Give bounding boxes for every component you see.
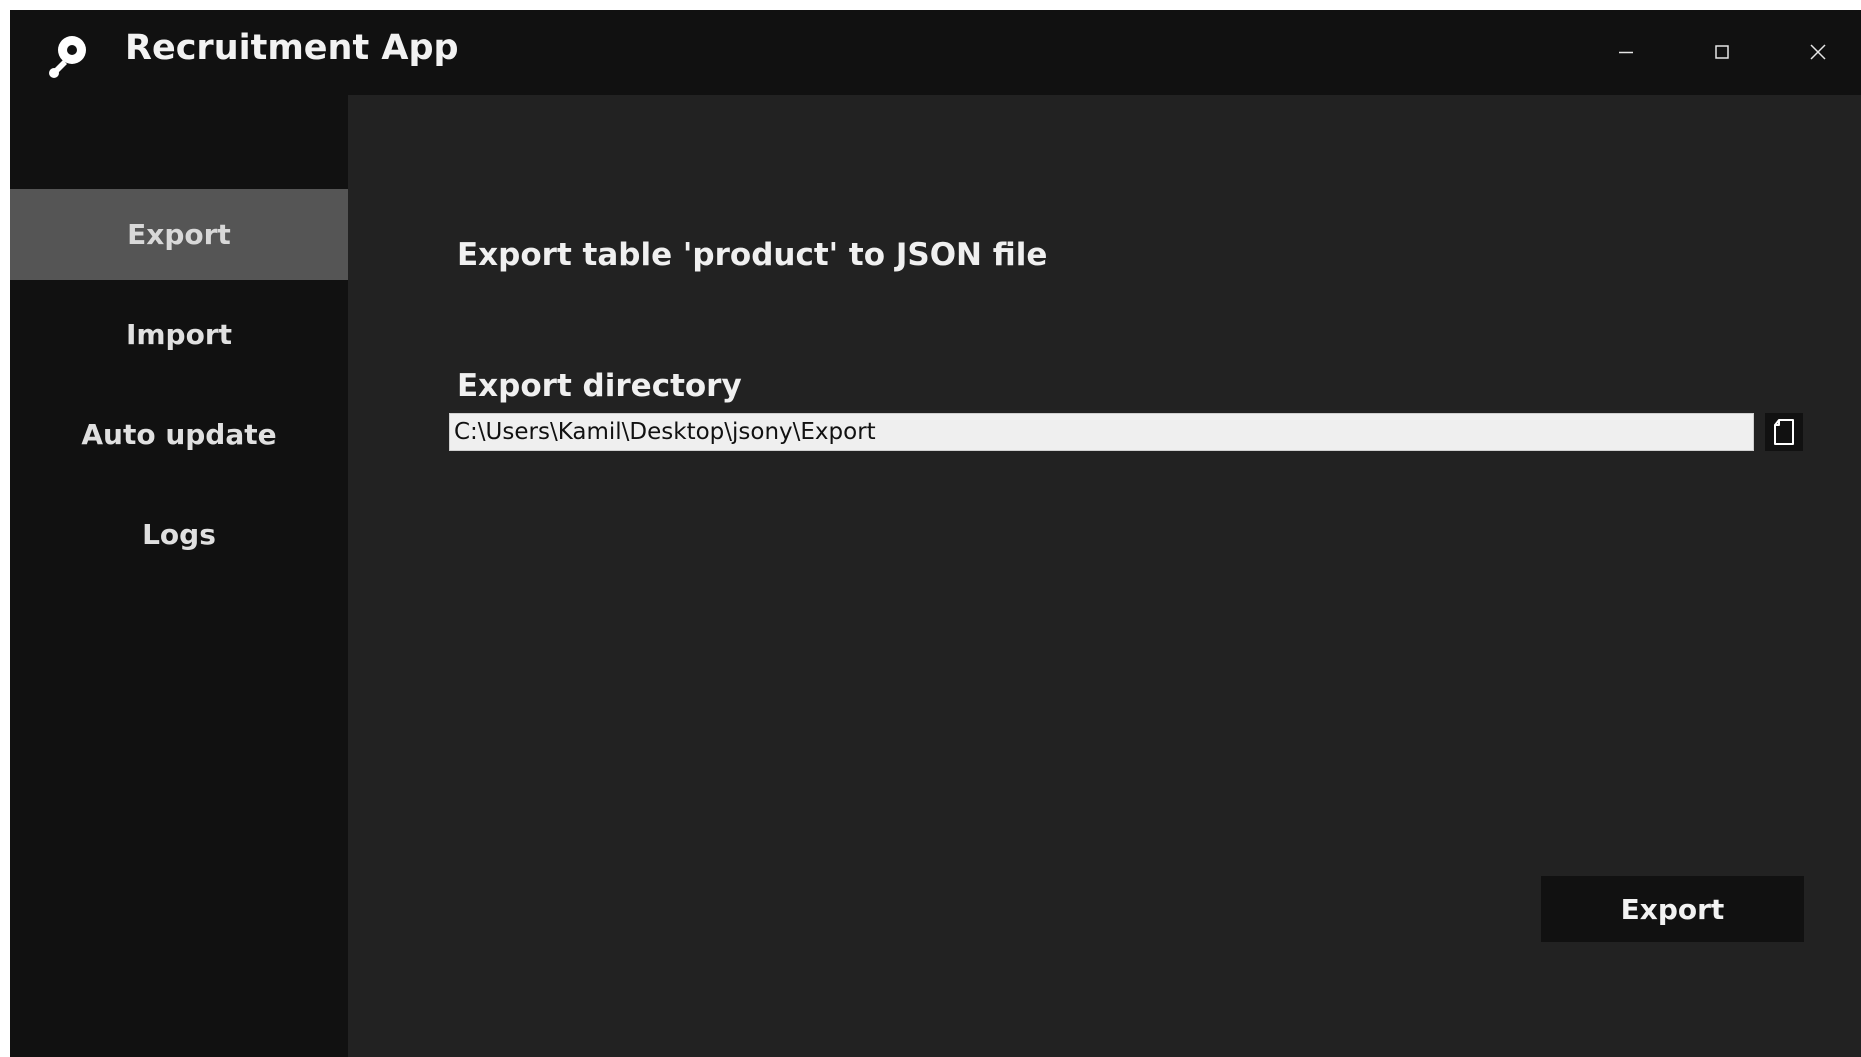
app-window: Recruitment App Export Import Auto updat… <box>10 10 1861 1057</box>
minimize-icon <box>1619 51 1633 54</box>
sidebar-item-export[interactable]: Export <box>10 189 348 280</box>
app-logo-icon <box>49 36 86 78</box>
sidebar-item-label: Logs <box>142 518 216 551</box>
export-directory-input[interactable] <box>449 413 1754 451</box>
sidebar-item-auto-update[interactable]: Auto update <box>10 389 348 480</box>
sidebar-item-label: Import <box>125 318 233 351</box>
title-bar[interactable]: Recruitment App <box>10 10 1861 95</box>
close-button[interactable] <box>1788 32 1848 72</box>
sidebar-item-logs[interactable]: Logs <box>10 489 348 580</box>
folder-browse-icon <box>1774 419 1794 445</box>
sidebar-item-import[interactable]: Import <box>10 289 348 380</box>
maximize-icon <box>1715 45 1729 59</box>
page-title: Export table 'product' to JSON file <box>457 237 1048 273</box>
sidebar-nav: Export Import Auto update Logs <box>10 95 348 1057</box>
close-icon <box>1810 44 1826 60</box>
browse-folder-button[interactable] <box>1765 413 1803 451</box>
sidebar-item-label: Auto update <box>81 418 277 451</box>
main-content: Export table 'product' to JSON file Expo… <box>348 95 1861 1057</box>
export-directory-label: Export directory <box>457 368 742 404</box>
maximize-button[interactable] <box>1692 32 1752 72</box>
export-button[interactable]: Export <box>1541 876 1804 942</box>
sidebar-item-label: Export <box>127 218 231 251</box>
app-title: Recruitment App <box>125 28 459 68</box>
minimize-button[interactable] <box>1596 32 1656 72</box>
